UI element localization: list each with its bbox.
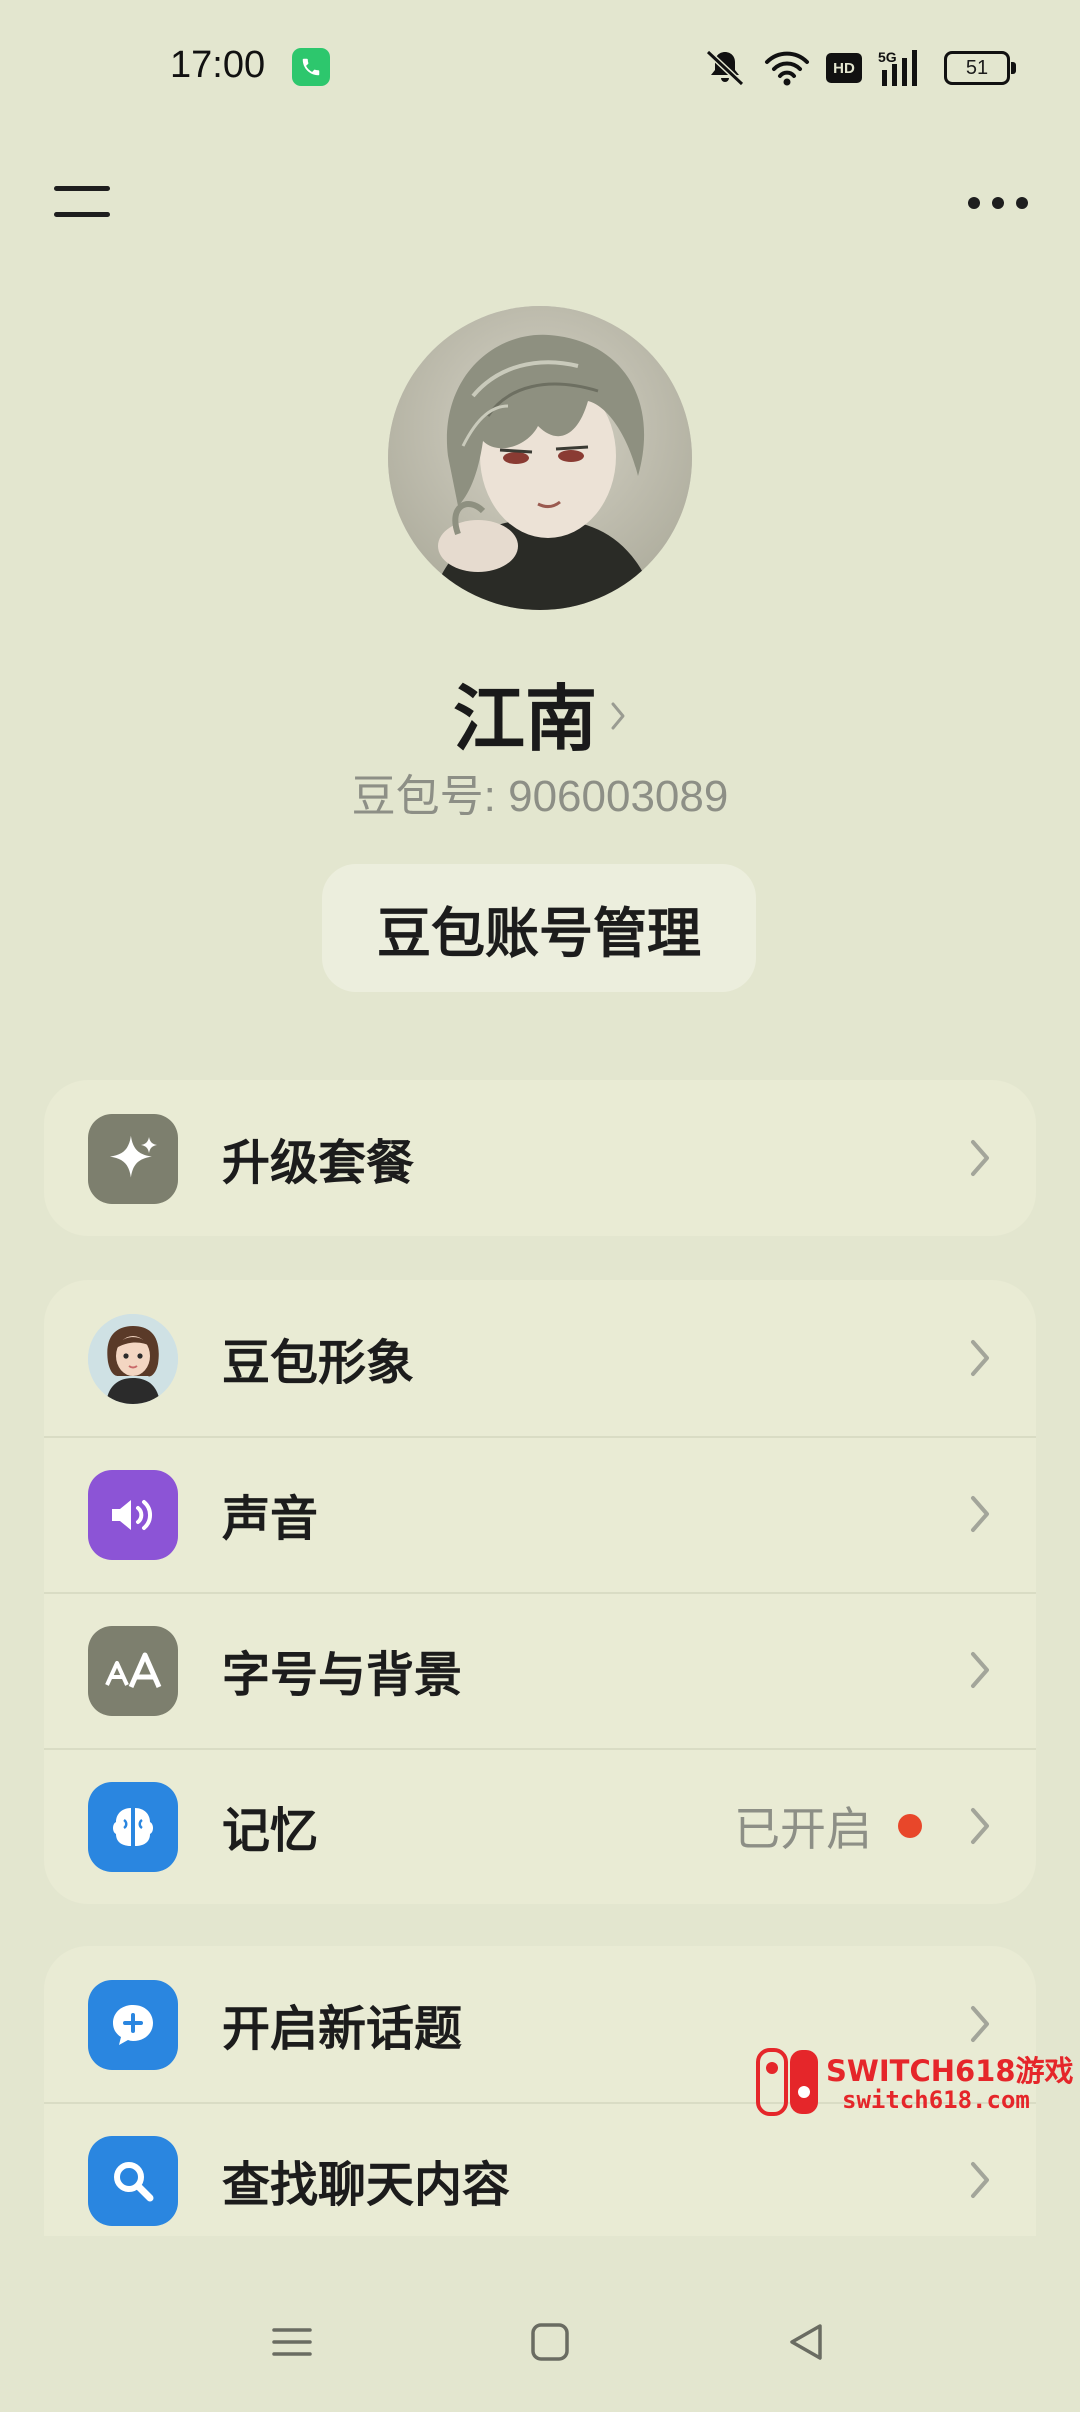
menu-item-label: 声音 <box>222 1491 319 1547</box>
chevron-right-icon <box>968 2160 992 2204</box>
menu-item-label: 字号与背景 <box>222 1647 463 1703</box>
menu-item-search-chat[interactable]: 查找聊天内容 <box>44 2102 1036 2236</box>
profile-name-row[interactable]: 江南 <box>0 660 1080 765</box>
wifi-icon <box>764 49 810 87</box>
menu-line <box>54 186 110 191</box>
menu-item-label: 记忆 <box>222 1803 319 1859</box>
cellular-signal-icon: 5G <box>878 48 928 88</box>
battery-indicator: 51 <box>944 51 1016 85</box>
phone-call-icon <box>292 48 330 86</box>
svg-text:5G: 5G <box>878 49 897 65</box>
watermark-title: SWITCH618游戏 <box>826 2054 1074 2088</box>
menu-item-label: 查找聊天内容 <box>222 2157 511 2213</box>
hd-badge: HD <box>826 53 862 83</box>
brain-icon <box>88 1782 178 1872</box>
chevron-right-icon <box>968 1494 992 1538</box>
mute-bell-icon <box>702 48 748 88</box>
new-chat-icon <box>88 1980 178 2070</box>
menu-item-upgrade[interactable]: 升级套餐 <box>44 1080 1036 1236</box>
menu-item-label: 开启新话题 <box>222 2001 463 2057</box>
search-icon <box>88 2136 178 2226</box>
user-avatar[interactable] <box>388 306 692 610</box>
chevron-right-icon <box>968 1806 992 1850</box>
menu-item-voice[interactable]: 声音 <box>44 1436 1036 1592</box>
menu-item-persona[interactable]: 豆包形象 <box>44 1280 1036 1436</box>
status-bar: 17:00 HD 5G 51 <box>0 0 1080 140</box>
menu-item-memory[interactable]: 记忆 已开启 <box>44 1748 1036 1904</box>
chevron-right-icon <box>968 1338 992 1382</box>
chevron-right-icon <box>968 2004 992 2048</box>
system-navigation-bar <box>0 2300 1080 2412</box>
settings-card: 豆包形象 声音 字号与背景 记忆 已开启 <box>44 1280 1036 1904</box>
sidebar-menu-button[interactable] <box>54 180 112 226</box>
menu-item-label: 升级套餐 <box>222 1135 415 1191</box>
menu-item-label: 豆包形象 <box>222 1335 415 1391</box>
dot <box>968 197 980 209</box>
chevron-right-icon <box>968 1650 992 1694</box>
memory-status: 已开启 <box>734 1802 872 1856</box>
chevron-right-icon <box>968 1138 992 1182</box>
dot <box>992 197 1004 209</box>
speaker-icon <box>88 1470 178 1560</box>
recent-apps-button[interactable] <box>272 2322 312 2366</box>
back-button[interactable] <box>786 2322 826 2366</box>
sparkle-icon <box>88 1114 178 1204</box>
profile-name: 江南 <box>452 677 597 761</box>
watermark: SWITCH618游戏 switch618.com <box>756 2044 1074 2120</box>
upgrade-card: 升级套餐 <box>44 1080 1036 1236</box>
notification-dot <box>898 1814 922 1838</box>
persona-avatar-icon <box>88 1314 178 1404</box>
switch-console-logo-icon <box>756 2048 820 2120</box>
watermark-url: switch618.com <box>842 2086 1030 2114</box>
font-size-icon <box>88 1626 178 1716</box>
dot <box>1016 197 1028 209</box>
account-management-button[interactable]: 豆包账号管理 <box>322 864 756 992</box>
menu-item-font-background[interactable]: 字号与背景 <box>44 1592 1036 1748</box>
status-time: 17:00 <box>170 44 266 86</box>
profile-id: 豆包号: 906003089 <box>351 772 729 821</box>
menu-line <box>54 212 110 217</box>
chevron-right-icon <box>609 698 627 738</box>
home-button[interactable] <box>530 2322 570 2366</box>
more-options-button[interactable] <box>968 188 1028 218</box>
